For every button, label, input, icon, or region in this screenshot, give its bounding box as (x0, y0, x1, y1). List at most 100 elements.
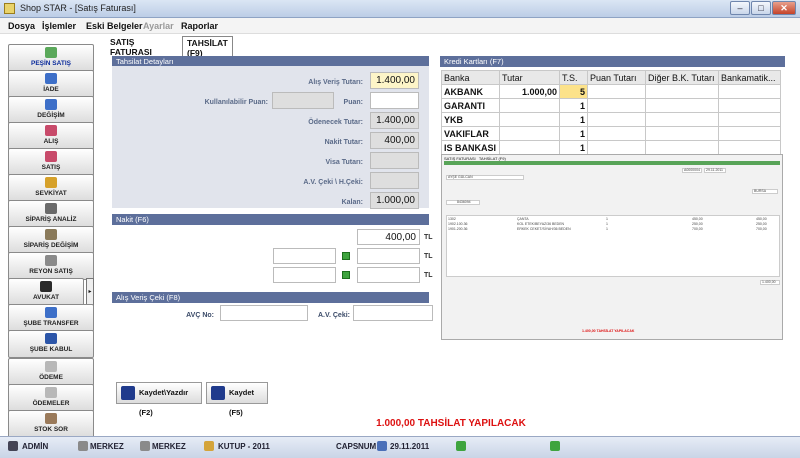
app-icon (4, 3, 15, 14)
lawyer-icon (40, 281, 52, 292)
nakit-currency-2-tl-field[interactable] (357, 267, 420, 283)
avukat-dropdown[interactable]: ▸ (86, 278, 94, 306)
puan-field[interactable] (370, 92, 419, 109)
collection-message: 1.000,00 TAHSİLAT YAPILACAK (376, 418, 526, 429)
table-row: 1302 (448, 217, 456, 221)
kaydet-yazdir-button[interactable]: Kaydet\Yazdır (F2) (116, 382, 202, 417)
sidebar-satis[interactable]: SATIŞ (8, 148, 94, 176)
sidebar-sube-kabul[interactable]: ŞUBE KABUL (8, 330, 94, 358)
visa-tutari-field[interactable] (370, 152, 419, 169)
nakit-currency-1-tl-field[interactable] (357, 248, 420, 264)
sidebar-alis[interactable]: ALIŞ (8, 122, 94, 150)
sidebar-siparis-degisim[interactable]: SİPARİŞ DEĞİŞİM (8, 226, 94, 254)
store-icon (78, 441, 88, 451)
table-row[interactable]: VAKIFLAR 1 (441, 126, 781, 141)
kullanilabilir-puan-field[interactable] (272, 92, 334, 109)
sidebar-odemeler[interactable]: ÖDEMELER (8, 384, 94, 412)
sidebar-degisim[interactable]: DEĞİŞİM (8, 96, 94, 124)
embedded-customer: AYŞE GÜLCAN (448, 175, 473, 179)
col-tutar: Tutar (499, 70, 560, 85)
embedded-invoice-preview: SATIŞ FATURASI TAHSİLAT (F9) AYŞE GÜLCAN… (441, 154, 783, 340)
table-row[interactable]: GARANTI 1 (441, 98, 781, 113)
sidebar-iade[interactable]: İADE (8, 70, 94, 98)
status-bar: ADMİN MERKEZ MERKEZ KUTUP - 2011 CAPS NU… (0, 436, 800, 458)
sidebar-siparis-analiz[interactable]: SİPARİŞ ANALİZ (8, 200, 94, 228)
table-row: 450,00 (756, 217, 767, 221)
menu-dosya[interactable]: Dosya (8, 21, 35, 31)
kaydet-button[interactable]: Kaydet (F5) (206, 382, 268, 417)
sidebar-pesin-satis[interactable]: PEŞİN SATIŞ (8, 44, 94, 72)
alis-veris-tutari-label: Alış Veriş Tutarı: (308, 79, 363, 86)
shelf-icon (45, 255, 57, 266)
sidebar-avukat[interactable]: AVUKAT (8, 278, 84, 306)
alis-veris-tutari-field[interactable]: 1.400,00 (370, 72, 419, 89)
menu-eski-belgeler[interactable]: Eski Belgeler (86, 21, 143, 31)
nakit-tl-label-2: TL (424, 253, 433, 260)
nakit-tutar-field[interactable]: 400,00 (370, 132, 419, 149)
table-row: 700,00 (692, 227, 703, 231)
minimize-button[interactable]: – (730, 1, 750, 15)
odenecek-tutar-field[interactable]: 1.400,00 (370, 112, 419, 129)
menu-islemler[interactable]: İşlemler (42, 21, 76, 31)
alis-veris-ceki-header: Alış Veriş Çeki (F8) (112, 292, 429, 303)
status-user: ADMİN (22, 442, 49, 451)
menu-ayarlar[interactable]: Ayarlar (143, 21, 174, 31)
nakit-currency-2-field[interactable] (273, 267, 336, 283)
nakit-header: Nakit (F6) (112, 214, 429, 225)
maximize-button[interactable]: □ (751, 1, 771, 15)
transfer-icon (45, 307, 57, 318)
credit-card-header-row: Banka Tutar T.S. Puan Tutarı Diğer B.K. … (441, 70, 781, 85)
table-row[interactable]: AKBANK 1.000,00 5 (441, 84, 781, 99)
table-row: 1 (606, 217, 608, 221)
sales-icon (45, 151, 57, 162)
av-ceki-h-ceki-field[interactable] (370, 172, 419, 189)
table-row: 450,00 (692, 217, 703, 221)
table-row: ERKEK CEKET/SİYAH/36 BEDEN (517, 227, 571, 231)
nakit-amount-field[interactable]: 400,00 (357, 229, 420, 245)
currency-green-icon[interactable] (342, 252, 350, 260)
col-diger-bk-tutari: Diğer B.K. Tutarı (645, 70, 719, 85)
currency-green-icon-2[interactable] (342, 271, 350, 279)
status-store-2: MERKEZ (152, 442, 186, 451)
nakit-tutar-label: Nakit Tutar: (324, 139, 363, 146)
kalan-field[interactable]: 1.000,00 (370, 192, 419, 209)
status-period: KUTUP - 2011 (218, 442, 270, 451)
embedded-items-table (446, 215, 780, 277)
green-status-icon-2[interactable] (550, 441, 560, 451)
nakit-currency-1-field[interactable] (273, 248, 336, 264)
sidebar-sevkiyat[interactable]: SEVKİYAT (8, 174, 94, 202)
embedded-total: 1.400,00 (762, 280, 776, 284)
close-button[interactable]: ✕ (772, 1, 796, 15)
sidebar-stok-sor[interactable]: STOK SOR (8, 410, 94, 438)
sidebar-reyon-satis[interactable]: REYON SATIŞ (8, 252, 94, 280)
return-icon (45, 73, 57, 84)
save-icon (211, 386, 225, 400)
status-date: 29.11.2011 (390, 442, 430, 451)
kredi-kartlari-header: Kredi Kartları (F7) (440, 56, 785, 67)
exchange-icon (45, 99, 57, 110)
table-row[interactable]: IS BANKASI 1 (441, 140, 781, 155)
odenecek-tutar-label: Ödenecek Tutar: (308, 119, 363, 126)
calendar-icon (377, 441, 387, 451)
tab-satis-faturasi[interactable]: SATIŞ FATURASI (110, 37, 152, 57)
order-analysis-icon (45, 203, 57, 214)
avc-no-field[interactable] (220, 305, 308, 321)
store-icon-2 (140, 441, 150, 451)
table-row[interactable]: YKB 1 (441, 112, 781, 127)
table-row: 250,00 (756, 222, 767, 226)
av-ceki-field[interactable] (353, 305, 433, 321)
table-row: 250,00 (692, 222, 703, 226)
table-row: 1901.200.36 (448, 227, 468, 231)
menu-raporlar[interactable]: Raporlar (181, 21, 218, 31)
sidebar-sube-transfer[interactable]: ŞUBE TRANSFER (8, 304, 94, 332)
credit-card-table: Banka Tutar T.S. Puan Tutarı Diğer B.K. … (441, 70, 781, 155)
table-row: 1902.100.36 (448, 222, 468, 226)
col-puan-tutari: Puan Tutarı (587, 70, 646, 85)
payments-icon (45, 387, 57, 398)
status-num: NUM (358, 442, 377, 451)
green-status-icon[interactable] (456, 441, 466, 451)
order-change-icon (45, 229, 57, 240)
window-title: Shop STAR - [Satış Faturası] (20, 3, 136, 13)
sidebar-odeme[interactable]: ÖDEME (8, 358, 94, 386)
col-ts: T.S. (559, 70, 588, 85)
